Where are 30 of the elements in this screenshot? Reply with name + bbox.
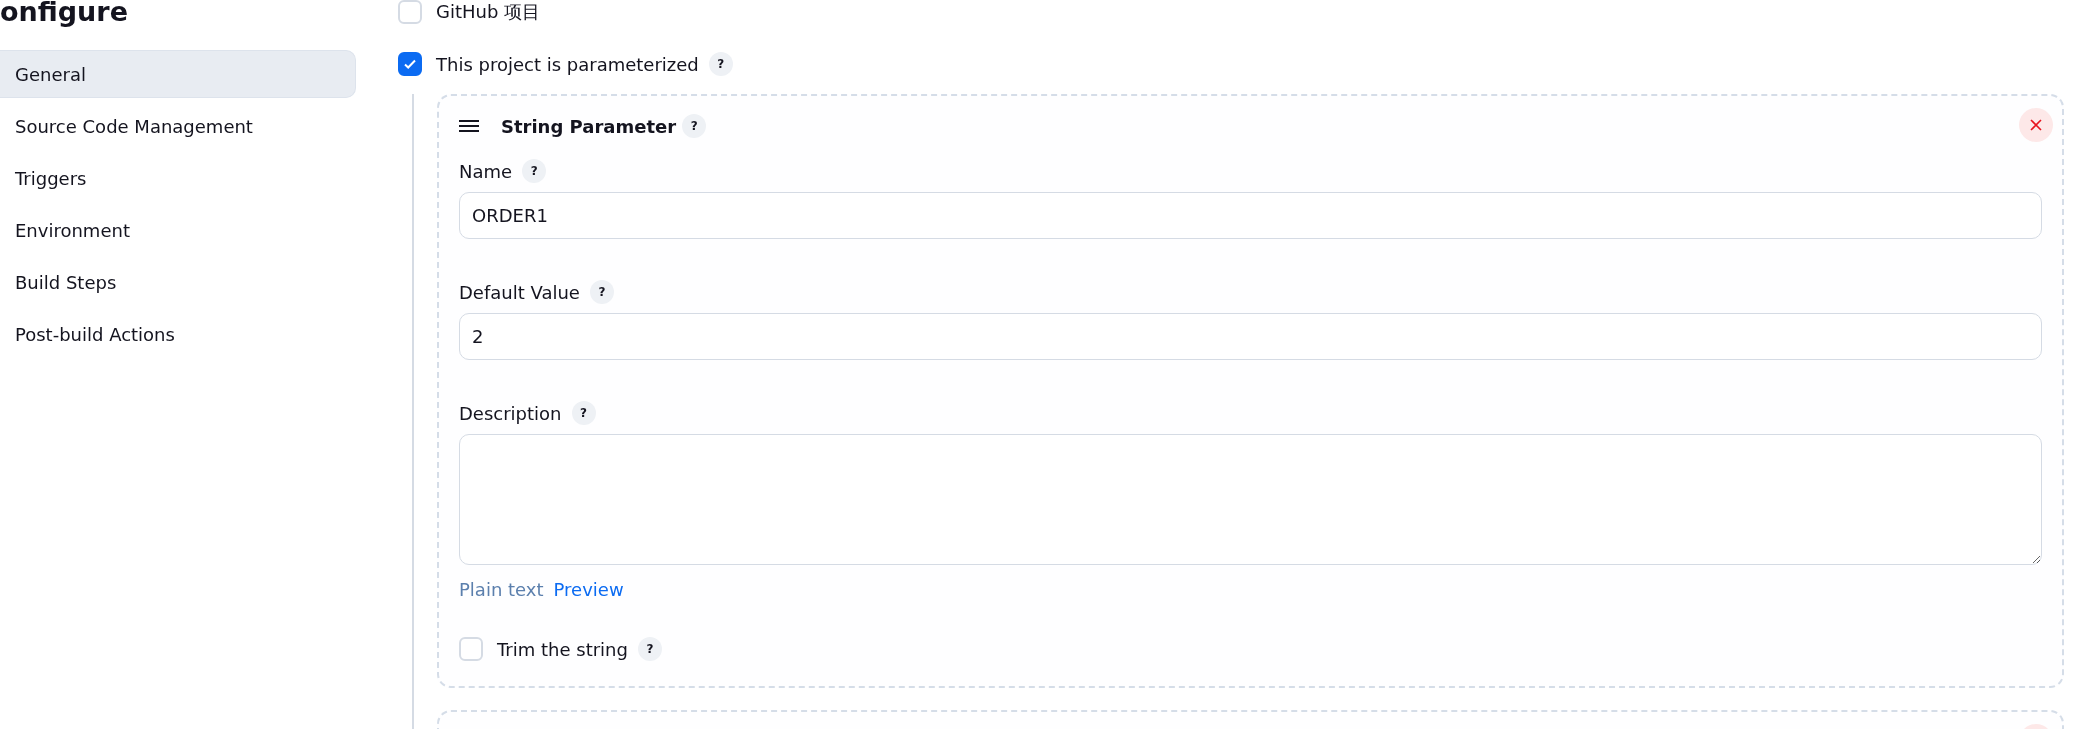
sidebar-item[interactable]: Environment (0, 206, 356, 254)
checkbox-label: This project is parameterized (436, 53, 699, 75)
sidebar-item[interactable]: Triggers (0, 154, 356, 202)
check-icon (403, 57, 417, 71)
sidebar-item[interactable]: Post-build Actions (0, 310, 356, 358)
parameter-title: String Parameter (501, 115, 677, 137)
input-field[interactable]: 2 (459, 313, 2042, 360)
description-field[interactable] (459, 434, 2042, 565)
checkbox-label: Trim the string (497, 638, 628, 660)
close-button[interactable] (2019, 108, 2053, 142)
help-icon[interactable]: ? (637, 637, 662, 661)
checkbox-label: GitHub 项目 (436, 0, 541, 24)
field-label: Description (459, 402, 562, 424)
drag-handle-icon[interactable] (459, 119, 479, 133)
format-link[interactable]: Preview (553, 579, 624, 600)
page-title: onfigure (0, 0, 129, 29)
format-link[interactable]: Plain text (459, 579, 544, 600)
field-label: Default Value (459, 281, 580, 303)
input-field[interactable]: ORDER1 (459, 192, 2042, 239)
help-icon[interactable]: ? (589, 280, 614, 304)
sidebar-item[interactable]: Source Code Management (0, 102, 356, 150)
checkbox[interactable] (398, 52, 422, 76)
close-icon (2029, 118, 2043, 132)
field-label: Name (459, 160, 513, 182)
help-icon[interactable]: ? (708, 52, 733, 76)
help-icon[interactable]: ? (682, 114, 707, 138)
help-icon[interactable]: ? (571, 401, 596, 425)
help-icon[interactable]: ? (522, 159, 547, 183)
sidebar-item[interactable]: General (0, 50, 356, 98)
sidebar-item[interactable]: Build Steps (0, 258, 356, 306)
